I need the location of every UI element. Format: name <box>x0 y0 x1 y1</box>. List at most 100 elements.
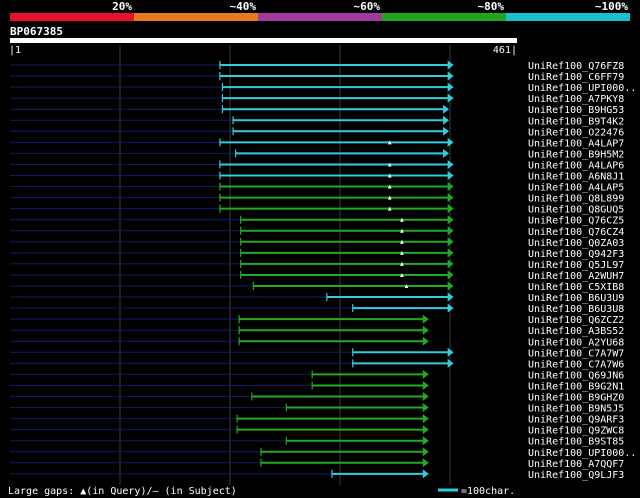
hit-label[interactable]: UniRef100_B9GHZ0 <box>528 393 624 404</box>
hit-row[interactable]: UniRef100_C7A7W6 <box>10 358 624 371</box>
hit-row[interactable]: UniRef100_Q0ZA03 <box>10 237 624 249</box>
hit-direction-arrow <box>422 403 429 413</box>
hit-label[interactable]: UniRef100_C6FF79 <box>528 72 624 83</box>
hit-row[interactable]: UniRef100_B9H5M2 <box>10 148 624 161</box>
hit-label[interactable]: UniRef100_B9ST85 <box>528 437 624 448</box>
hit-direction-arrow <box>422 314 429 324</box>
hit-row[interactable]: UniRef100_B6U3U9 <box>10 292 624 305</box>
hit-direction-arrow <box>447 182 454 192</box>
hit-label[interactable]: UniRef100_A4LAP7 <box>528 138 624 149</box>
hit-label[interactable]: UniRef100_Q76FZ8 <box>528 61 624 72</box>
hit-row[interactable]: UniRef100_B9T4K2 <box>10 115 624 128</box>
hit-row[interactable]: UniRef100_O22476 <box>10 126 624 139</box>
hit-direction-arrow <box>422 325 429 335</box>
hit-row[interactable]: UniRef100_Q9ZWC8 <box>10 425 624 437</box>
hit-row[interactable]: UniRef100_Q76FZ8 <box>10 60 624 73</box>
hit-label[interactable]: UniRef100_UPI000.. <box>528 448 636 459</box>
hit-row[interactable]: UniRef100_Q5JL97 <box>10 259 624 271</box>
percent-label: ~80% <box>478 0 505 13</box>
hit-label[interactable]: UniRef100_A2WUH7 <box>528 271 624 282</box>
hit-label[interactable]: UniRef100_Q5JL97 <box>528 260 624 271</box>
hit-row[interactable]: UniRef100_A6N8J1 <box>10 171 624 183</box>
color-band-1 <box>10 13 134 21</box>
hit-label[interactable]: UniRef100_Q9ZWC8 <box>528 426 624 437</box>
hit-label[interactable]: UniRef100_B9H5M2 <box>528 149 624 160</box>
hit-row[interactable]: UniRef100_A4LAP6 <box>10 159 624 172</box>
identity-color-bands <box>10 13 630 21</box>
hit-label[interactable]: UniRef100_Q9ARF3 <box>528 415 624 426</box>
hit-direction-arrow <box>447 259 454 269</box>
hit-direction-arrow <box>447 193 454 203</box>
hit-direction-arrow <box>447 237 454 247</box>
hit-label[interactable]: UniRef100_A7QQF7 <box>528 459 624 470</box>
hit-row[interactable]: UniRef100_B9G2N1 <box>10 380 624 393</box>
hit-label[interactable]: UniRef100_Q942F3 <box>528 249 624 260</box>
hit-row[interactable]: UniRef100_A4LAP5 <box>10 182 624 194</box>
hit-row[interactable]: UniRef100_Q942F3 <box>10 248 624 260</box>
hit-label[interactable]: UniRef100_C5XIB8 <box>528 282 624 293</box>
hit-label[interactable]: UniRef100_C7A7W6 <box>528 359 624 370</box>
hit-row[interactable]: UniRef100_B6U3U8 <box>10 303 624 316</box>
hit-label[interactable]: UniRef100_B9G2N1 <box>528 381 624 392</box>
hit-label[interactable]: UniRef100_Q76CZ5 <box>528 216 624 227</box>
color-band-3 <box>258 13 382 21</box>
hit-label[interactable]: UniRef100_UPI000.. <box>528 83 636 94</box>
hit-label[interactable]: UniRef100_B9N5J5 <box>528 404 624 415</box>
hit-row[interactable]: UniRef100_A2YU68 <box>10 336 624 349</box>
hit-row[interactable]: UniRef100_A2WUH7 <box>10 270 624 282</box>
hit-row[interactable]: UniRef100_UPI000.. <box>10 447 636 459</box>
hit-row[interactable]: UniRef100_UPI000.. <box>10 82 636 95</box>
hit-row[interactable]: UniRef100_Q9ARF3 <box>10 414 624 426</box>
hit-label[interactable]: UniRef100_Q76CZ4 <box>528 227 624 238</box>
hit-label[interactable]: UniRef100_B9T4K2 <box>528 116 624 127</box>
hit-direction-arrow <box>447 60 454 70</box>
hit-label[interactable]: UniRef100_O22476 <box>528 127 624 138</box>
hit-direction-arrow <box>447 281 454 291</box>
hit-row[interactable]: UniRef100_Q69JN6 <box>10 369 624 382</box>
hit-row[interactable]: UniRef100_A4LAP7 <box>10 137 624 150</box>
hit-label[interactable]: UniRef100_A7PKY8 <box>528 94 624 105</box>
hit-row[interactable]: UniRef100_A3BS52 <box>10 325 624 338</box>
hit-row[interactable]: UniRef100_B9N5J5 <box>10 403 624 415</box>
hit-label[interactable]: UniRef100_B6U3U8 <box>528 304 624 315</box>
hit-row[interactable]: UniRef100_Q9LJF3 <box>10 469 624 481</box>
hit-row[interactable]: UniRef100_Q76CZ4 <box>10 226 624 238</box>
hit-label[interactable]: UniRef100_Q8GUQ5 <box>528 205 624 216</box>
query-id: BP067385 <box>10 25 63 38</box>
hit-label[interactable]: UniRef100_A2YU68 <box>528 337 624 348</box>
hit-label[interactable]: UniRef100_A6N8J1 <box>528 172 624 183</box>
hit-label[interactable]: UniRef100_A4LAP5 <box>528 183 624 194</box>
hit-direction-arrow <box>447 204 454 214</box>
hit-row[interactable]: UniRef100_Q8GUQ5 <box>10 204 624 216</box>
hit-row[interactable]: UniRef100_A7QQF7 <box>10 458 624 470</box>
hit-row[interactable]: UniRef100_A7PKY8 <box>10 93 624 106</box>
hit-row[interactable]: UniRef100_B9GHZ0 <box>10 392 624 404</box>
hit-row[interactable]: UniRef100_B9HG53 <box>10 104 624 117</box>
hit-label[interactable]: UniRef100_A4LAP6 <box>528 160 624 171</box>
hit-row[interactable]: UniRef100_C5XIB8 <box>10 281 624 294</box>
hit-row[interactable]: UniRef100_B9ST85 <box>10 436 624 448</box>
hit-label[interactable]: UniRef100_Q9LJF3 <box>528 470 624 481</box>
hit-label[interactable]: UniRef100_Q8L899 <box>528 194 624 205</box>
hit-label[interactable]: UniRef100_C7A7W7 <box>528 348 624 359</box>
hit-label[interactable]: UniRef100_A3BS52 <box>528 326 624 337</box>
hit-row[interactable]: UniRef100_Q8L899 <box>10 193 624 205</box>
hit-label[interactable]: UniRef100_Q69JN6 <box>528 370 624 381</box>
hit-direction-arrow <box>447 248 454 258</box>
hit-row[interactable]: UniRef100_Q6ZCZ2 <box>10 314 624 327</box>
hit-direction-arrow <box>422 447 429 457</box>
percent-label: ~40% <box>230 0 257 13</box>
hit-direction-arrow <box>447 270 454 280</box>
scale-legend: =100char. <box>461 486 515 497</box>
hit-label[interactable]: UniRef100_B6U3U9 <box>528 293 624 304</box>
hit-label[interactable]: UniRef100_B9HG53 <box>528 105 624 116</box>
hit-direction-arrow <box>447 137 454 147</box>
hit-row[interactable]: UniRef100_C7A7W7 <box>10 347 624 360</box>
hit-label[interactable]: UniRef100_Q0ZA03 <box>528 238 624 249</box>
query-start-label: |1 <box>9 45 21 56</box>
hit-direction-arrow <box>447 171 454 180</box>
hit-label[interactable]: UniRef100_Q6ZCZ2 <box>528 315 624 326</box>
hit-direction-arrow <box>447 93 454 103</box>
hit-row[interactable]: UniRef100_Q76CZ5 <box>10 215 624 227</box>
hit-row[interactable]: UniRef100_C6FF79 <box>10 71 624 84</box>
